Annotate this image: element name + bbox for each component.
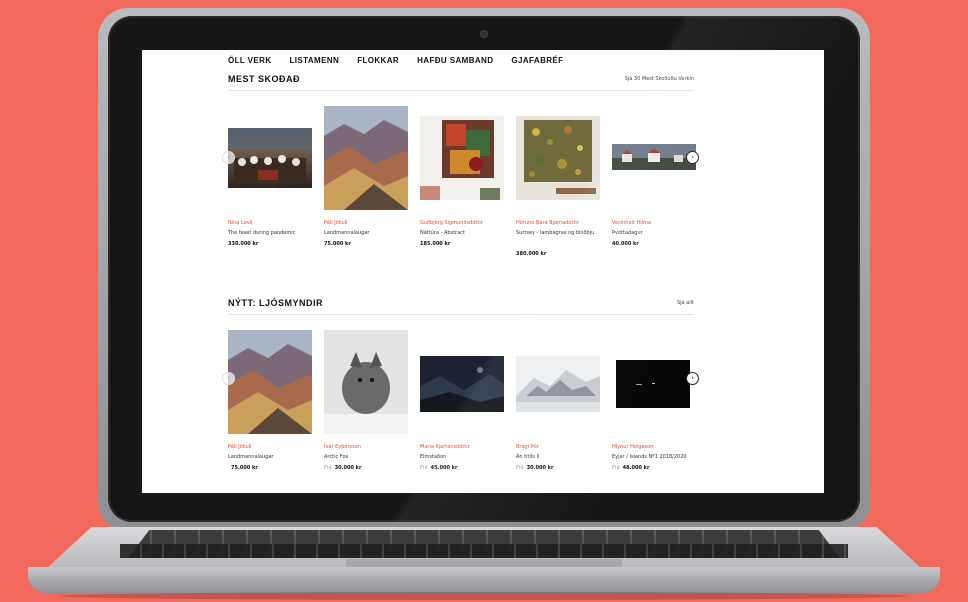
artwork-price: Frá 45.000 kr (420, 465, 457, 471)
price-value: 30.000 kr (334, 465, 362, 471)
laptop-shadow (60, 592, 908, 600)
artist-name[interactable]: Hlynur Helgason (612, 444, 653, 450)
artwork-price: Frá 48.000 kr (612, 465, 649, 471)
main-nav: ÖLL VERK LISTAMENN FLOKKAR HAFÐU SAMBAND… (228, 56, 563, 65)
new-photos-carousel: Páll Jökull Landmannalaugar 75.000 kr Ív… (228, 330, 698, 493)
artist-name[interactable]: María Kjartansdóttir (420, 444, 470, 450)
nav-item-categories[interactable]: FLOKKAR (357, 56, 399, 65)
price-prefix: Frá (420, 465, 428, 471)
artwork-price: 380.000 kr (516, 251, 547, 257)
keyboard-row (120, 544, 848, 558)
artwork-title[interactable]: The feast during pandemic (228, 229, 314, 237)
artist-name[interactable]: Páll Jökull (228, 444, 251, 450)
price-value: 30.000 kr (526, 465, 554, 471)
artwork-image[interactable] (516, 116, 600, 200)
artwork-image[interactable] (420, 116, 504, 200)
artwork-image[interactable] (324, 106, 408, 210)
dark-landscape-photo (420, 356, 504, 412)
arctic-fox-photo (324, 330, 408, 434)
price-prefix: Frá (516, 465, 524, 471)
carousel-next-arrow[interactable]: › (686, 151, 699, 164)
artwork-title[interactable]: Landmannalaugar (228, 453, 314, 461)
artwork-price: 40.000 kr (612, 241, 639, 247)
artwork-title[interactable]: Surtsey - lambagras og blóðbju (516, 229, 602, 237)
nav-item-contact[interactable]: HAFÐU SAMBAND (417, 56, 493, 65)
artwork-image[interactable] (228, 128, 312, 188)
snowy-mountain-photo (516, 356, 600, 412)
price-prefix: Frá (612, 465, 620, 471)
most-viewed-header: MEST SKOÐAÐ Sjá 30 Mest Skoðuðu Verkin (228, 74, 694, 91)
artwork-title[interactable]: Arctic Fox (324, 453, 410, 461)
nav-item-artists[interactable]: LISTAMENN (290, 56, 340, 65)
new-photos-header: NÝTT: LJÓSMYNDIR Sjá allt (228, 298, 694, 315)
village-photo (612, 144, 696, 170)
abstract-painting-room (420, 120, 500, 200)
section-title: NÝTT: LJÓSMYNDIR (228, 298, 324, 308)
artwork-title[interactable]: Elmstaðon (420, 453, 506, 461)
artwork-image[interactable] (324, 330, 408, 434)
moss-painting-room (524, 120, 596, 194)
artwork-image[interactable] (516, 356, 600, 412)
nav-item-gift-cards[interactable]: GJAFABRÉF (511, 56, 563, 65)
mountain-photo (228, 330, 312, 434)
artist-name[interactable]: Guðbjörg Sigmundsdóttir (420, 220, 483, 226)
carousel-next-arrow[interactable]: › (686, 372, 699, 385)
artwork-price: Frá 30.000 kr (324, 465, 361, 471)
screen: ÖLL VERK LISTAMENN FLOKKAR HAFÐU SAMBAND… (142, 50, 824, 493)
artwork-title[interactable]: Eyjar / Islands Nº1 2018/2020 (612, 453, 698, 461)
artwork-image[interactable] (612, 144, 696, 170)
artwork-price: 185.000 kr (420, 241, 451, 247)
artist-name[interactable]: Nína Lovíí (228, 220, 252, 226)
artwork-image[interactable] (420, 356, 504, 412)
see-all-link[interactable]: Sjá 30 Mest Skoðuðu Verkin (625, 76, 694, 82)
artwork-price: Frá 30.000 kr (516, 465, 553, 471)
artist-name[interactable]: Vesinholt Hilma (612, 220, 651, 226)
nav-item-all-works[interactable]: ÖLL VERK (228, 56, 272, 65)
artwork-price: 75.000 kr (228, 465, 258, 471)
painting-illustration (228, 128, 312, 180)
artist-name[interactable]: Hörunn Bára Bjarnadóttir (516, 220, 579, 226)
see-all-link[interactable]: Sjá allt (677, 300, 694, 306)
carousel-prev-arrow[interactable]: ‹ (222, 372, 235, 385)
price-value: 48.000 kr (622, 465, 650, 471)
price-value: 45.000 kr (430, 465, 458, 471)
artwork-title[interactable]: Náttúra - Abstract (420, 229, 506, 237)
night-photo (616, 360, 690, 408)
artwork-price: 75.000 kr (324, 241, 351, 247)
artwork-image[interactable] (616, 360, 690, 408)
artwork-price: 330.000 kr (228, 241, 259, 247)
carousel-prev-arrow[interactable]: ‹ (222, 151, 235, 164)
price-value: 75.000 kr (231, 465, 258, 471)
mountain-photo (324, 106, 408, 210)
artwork-title[interactable]: Þvottadagur (612, 229, 698, 237)
artist-name[interactable]: Ívar Eyþórsson (324, 444, 361, 450)
price-prefix: Frá (324, 465, 332, 471)
section-title: MEST SKOÐAÐ (228, 74, 301, 84)
webcam (481, 31, 487, 37)
artwork-title[interactable]: Án titils II (516, 453, 602, 461)
most-viewed-carousel: Nína Lovíí The feast during pandemic 330… (228, 106, 698, 281)
artist-name[interactable]: Páll Jökull (324, 220, 347, 226)
artwork-title[interactable]: Landmannalaugar (324, 229, 410, 237)
laptop-front-edge (28, 567, 940, 593)
artwork-image[interactable] (228, 330, 312, 434)
artist-name[interactable]: Bragi Þór (516, 444, 539, 450)
